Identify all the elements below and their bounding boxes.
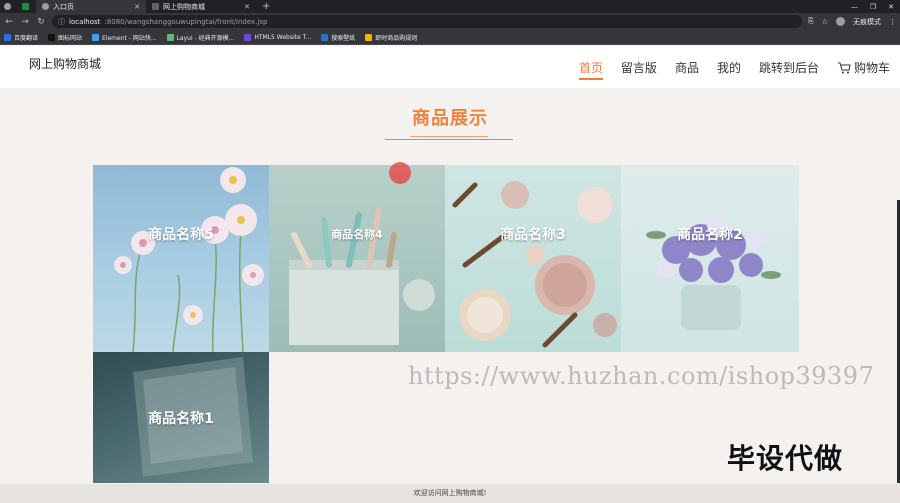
bookmark-item[interactable]: 图标网站 (48, 33, 82, 42)
url-host: localhost (69, 17, 101, 26)
product-name[interactable]: 商品名称3 (500, 224, 566, 244)
bookmark-icon (48, 33, 56, 41)
tab-close-icon[interactable]: ✕ (244, 3, 250, 11)
bookmark-item[interactable]: HTML5 Website T... (244, 33, 312, 41)
product-card[interactable]: 商品名称1 (93, 352, 269, 483)
nav-products[interactable]: 商品 (675, 59, 699, 80)
product-name[interactable]: 商品名称4 (331, 226, 383, 242)
browser-tab[interactable]: 网上购物商城 ✕ (146, 0, 256, 13)
tab-title: 网上购物商城 (163, 2, 205, 11)
watermark-url: https://www.huzhan.com/ishop39397 (408, 362, 875, 390)
bookmark-label: 图标网站 (58, 34, 83, 42)
section-title: 商品展示 (412, 108, 488, 129)
bookmark-label: HTML5 Website T... (254, 33, 312, 41)
bookmark-icon (166, 33, 174, 41)
info-icon[interactable]: ⓘ (58, 17, 65, 27)
product-name[interactable]: 商品名称2 (677, 224, 743, 244)
profile-avatar-icon[interactable] (836, 17, 845, 26)
bookmark-label: Layui - 经典开源模... (176, 34, 235, 42)
close-window-button[interactable]: ✕ (888, 3, 894, 11)
browser-tab-active[interactable]: 入口页 ✕ (36, 0, 146, 13)
bookmark-label: 百度翻译 (14, 34, 39, 42)
product-name[interactable]: 商品名称5 (148, 224, 214, 244)
browser-menu-tab[interactable] (0, 0, 18, 13)
bookmark-label: 即时商品购规则 (375, 34, 418, 42)
product-image-bouquet (646, 216, 781, 330)
translate-icon[interactable]: ⎘ (808, 17, 814, 26)
maximize-button[interactable]: ❐ (870, 3, 876, 11)
bookmark-label: 搜索壁纸 (331, 34, 356, 42)
product-image-flowers (114, 167, 264, 352)
product-name[interactable]: 商品名称1 (148, 408, 214, 428)
nav-cart-label: 购物车 (853, 61, 890, 75)
bookmark-item[interactable]: 百度翻译 (4, 33, 38, 42)
main-nav: 首页 留言版 商品 我的 跳转到后台 购物车 (578, 59, 890, 80)
bookmark-item[interactable]: Layui - 经典开源模... (166, 33, 235, 42)
minimize-button[interactable]: — (851, 3, 858, 11)
bookmark-icon (92, 33, 100, 41)
tab-favicon-icon (42, 3, 49, 10)
browser-tab-bar: 入口页 ✕ 网上购物商城 ✕ + — ❐ ✕ (0, 0, 900, 13)
nav-admin[interactable]: 跳转到后台 (759, 59, 819, 80)
product-card[interactable]: 商品名称4 (269, 165, 445, 352)
nav-message-board[interactable]: 留言版 (621, 59, 657, 80)
bookmark-icon (365, 33, 373, 41)
forward-icon[interactable]: → (20, 17, 30, 27)
tab-favicon-icon (152, 3, 159, 10)
title-underline-inner (410, 136, 488, 137)
product-image-brushes (289, 207, 435, 345)
bookmark-item[interactable]: Element - 网站快... (92, 33, 157, 42)
window-controls: — ❐ ✕ (851, 3, 900, 11)
site-logo[interactable]: 网上购物商城 (29, 55, 101, 72)
click-indicator (389, 162, 411, 184)
new-tab-button[interactable]: + (256, 1, 276, 12)
nav-cart[interactable]: 购物车 (837, 59, 890, 80)
title-underline (385, 139, 513, 140)
bookmark-item[interactable]: 即时商品购规则 (365, 33, 417, 42)
product-card[interactable]: 商品名称2 (621, 165, 799, 352)
reload-icon[interactable]: ↻ (36, 17, 46, 27)
bookmark-star-icon[interactable]: ☆ (822, 18, 828, 26)
bookmark-icon (321, 33, 329, 41)
bookmark-icon (244, 33, 252, 41)
watermark-text: 毕设代做 (727, 442, 844, 475)
nav-home[interactable]: 首页 (578, 59, 603, 80)
url-path: :8080/wangshanggouwupingtai/front/index.… (104, 17, 268, 26)
bookmarks-bar: 百度翻译 图标网站 Element - 网站快... Layui - 经典开源模...… (0, 30, 900, 45)
product-card[interactable]: 商品名称3 (445, 165, 621, 352)
url-input[interactable]: ⓘ localhost:8080/wangshanggouwupingtai/f… (52, 15, 803, 28)
pinned-tab-icon (22, 3, 29, 10)
nav-mine[interactable]: 我的 (717, 59, 741, 80)
address-bar-row: ← → ↻ ⓘ localhost:8080/wangshanggouwupin… (0, 13, 900, 30)
browser-menu-icon[interactable]: ⋮ (889, 18, 896, 26)
site-footer: 欢迎访问网上购物商城! (0, 484, 900, 503)
tab-close-icon[interactable]: ✕ (134, 3, 140, 11)
bookmark-label: Element - 网站快... (102, 34, 157, 42)
site-header: 网上购物商城 首页 留言版 商品 我的 跳转到后台 购物车 (0, 46, 900, 88)
product-card[interactable]: 商品名称5 (93, 165, 269, 352)
bookmark-icon (4, 33, 11, 41)
bookmark-item[interactable]: 搜索壁纸 (321, 33, 355, 42)
back-icon[interactable]: ← (4, 17, 14, 27)
product-image-eyeshadow (452, 181, 617, 348)
pinned-tab[interactable] (18, 0, 36, 13)
browser-icon (4, 3, 11, 10)
tab-title: 入口页 (53, 2, 74, 11)
profile-label[interactable]: 无痕模式 (853, 17, 881, 27)
cart-icon (837, 62, 851, 73)
address-bar-actions: ⎘ ☆ 无痕模式 ⋮ (808, 17, 896, 27)
